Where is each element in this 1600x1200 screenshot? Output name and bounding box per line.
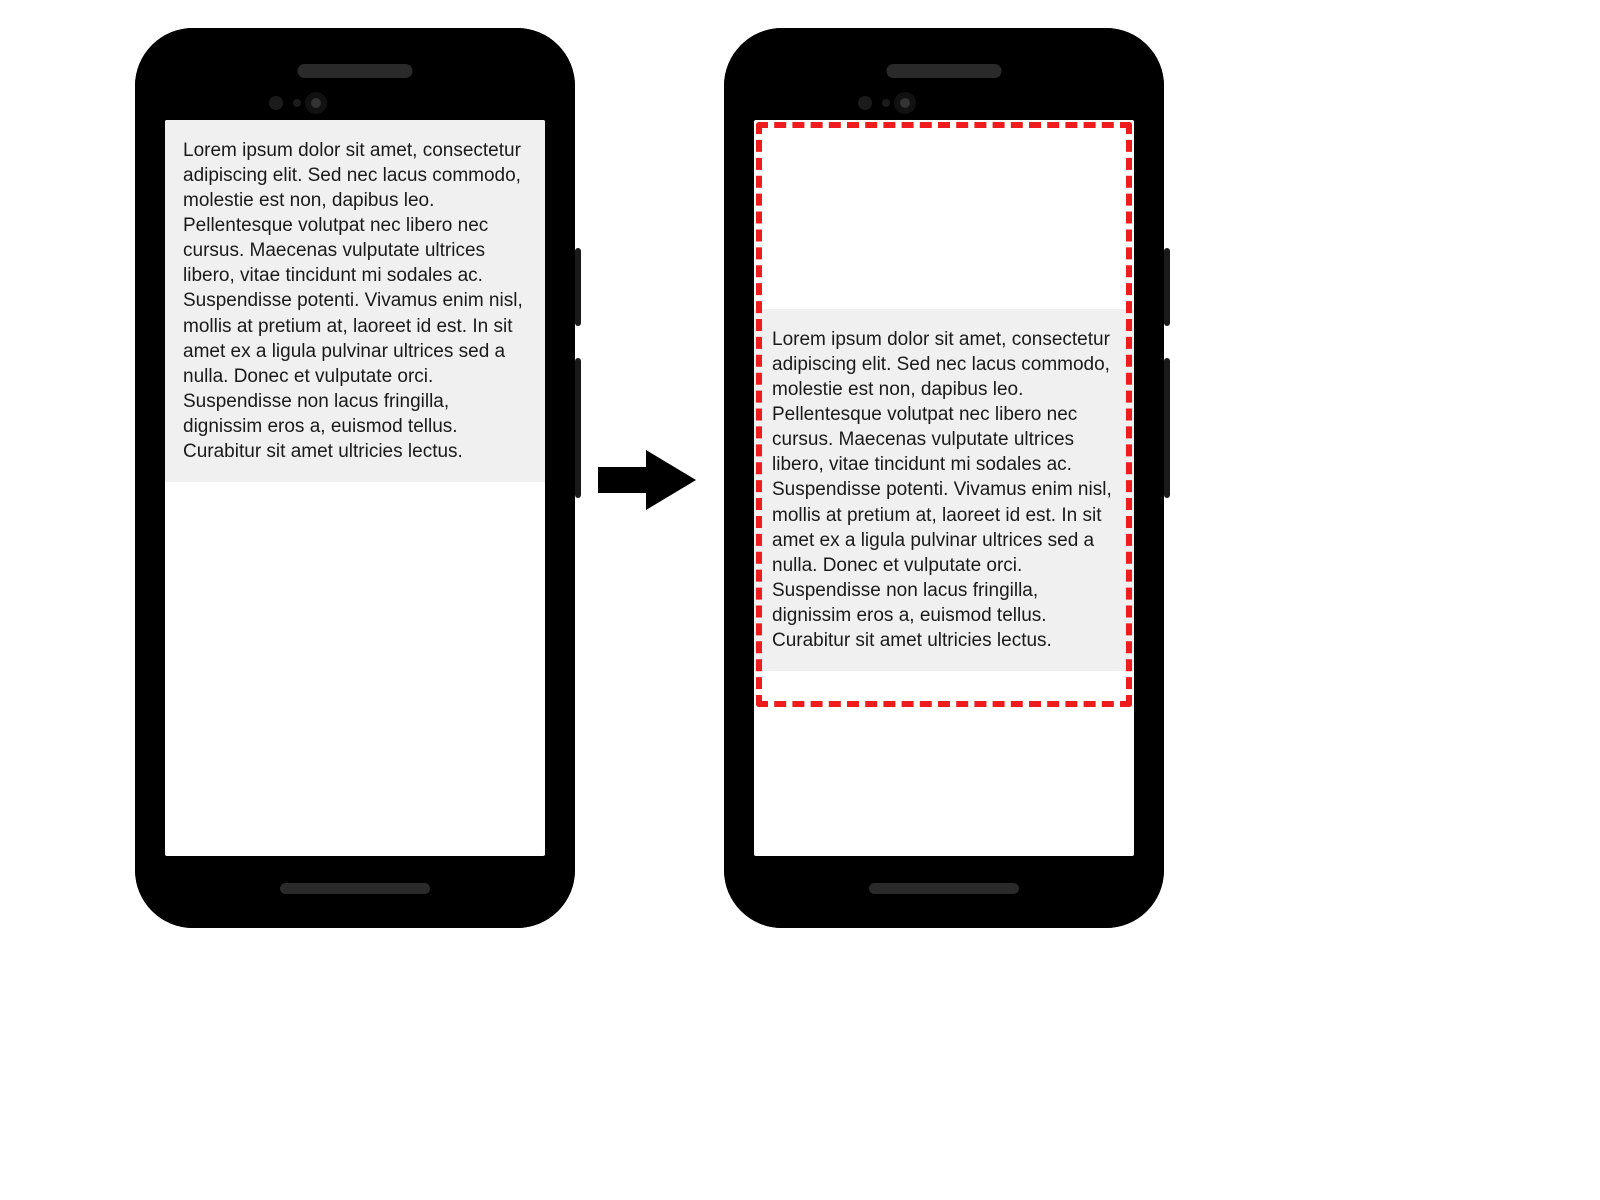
sensor-icon: [269, 96, 283, 110]
arrow-right-icon: [598, 445, 698, 515]
front-camera-icon: [894, 92, 916, 114]
phone-body: Lorem ipsum dolor sit amet, consectetur …: [145, 38, 565, 916]
content-text-block: Lorem ipsum dolor sit amet, consectetur …: [165, 120, 545, 482]
content-text-block: Lorem ipsum dolor sit amet, consectetur …: [754, 309, 1134, 671]
diagram-canvas: Lorem ipsum dolor sit amet, consectetur …: [0, 0, 1600, 1200]
earpiece-speaker: [298, 64, 413, 78]
bottom-speaker: [280, 883, 430, 894]
front-camera-icon: [305, 92, 327, 114]
earpiece-speaker: [887, 64, 1002, 78]
phone-power-button: [575, 248, 581, 326]
phone-screen-after: Lorem ipsum dolor sit amet, consectetur …: [754, 120, 1134, 856]
phone-mockup-before: Lorem ipsum dolor sit amet, consectetur …: [135, 28, 575, 928]
phone-power-button: [1164, 248, 1170, 326]
phone-body: Lorem ipsum dolor sit amet, consectetur …: [734, 38, 1154, 916]
sensor-icon: [293, 99, 301, 107]
phone-volume-button: [1164, 358, 1170, 498]
bottom-speaker: [869, 883, 1019, 894]
sensor-icon: [882, 99, 890, 107]
phone-screen-before: Lorem ipsum dolor sit amet, consectetur …: [165, 120, 545, 856]
phone-volume-button: [575, 358, 581, 498]
phone-mockup-after: Lorem ipsum dolor sit amet, consectetur …: [724, 28, 1164, 928]
sensor-icon: [858, 96, 872, 110]
